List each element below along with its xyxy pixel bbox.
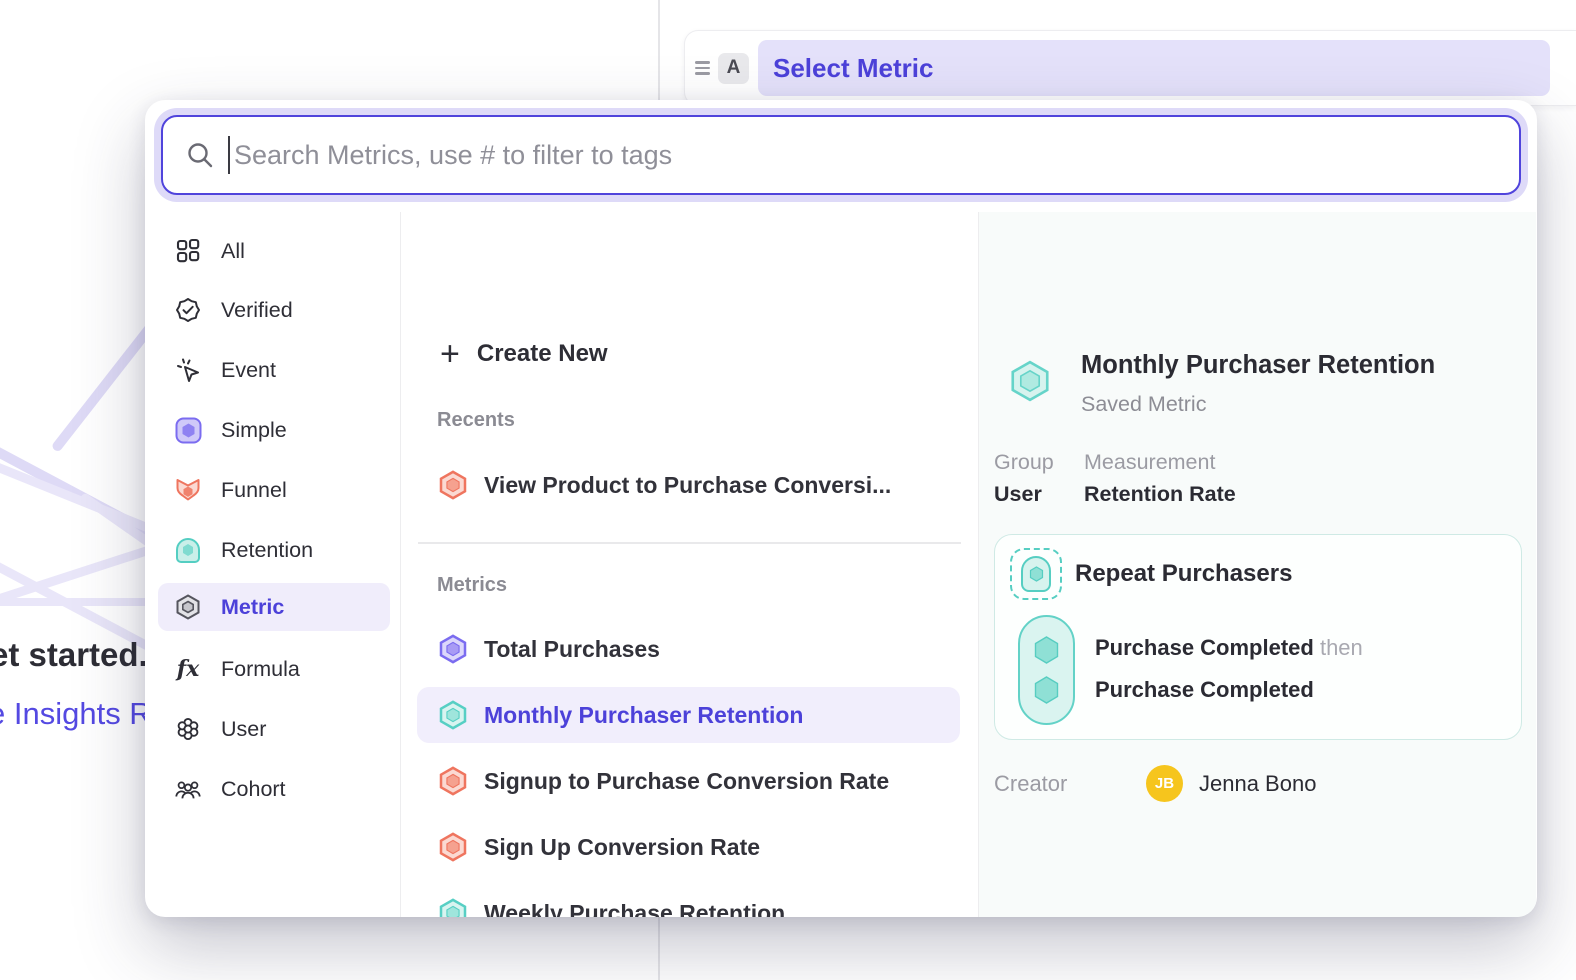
metrics-section-title: Metrics bbox=[437, 574, 507, 597]
app-stage: et started. e Insights Re A Select Metri… bbox=[0, 0, 1576, 980]
list-item-recent-funnel[interactable]: View Product to Purchase Conversi... bbox=[417, 457, 960, 513]
search-input[interactable] bbox=[234, 140, 1519, 171]
retention-hexagon-icon bbox=[1007, 358, 1053, 404]
measurement-label: Measurement bbox=[1084, 450, 1215, 475]
funnel-hexagon-icon bbox=[437, 765, 469, 797]
metric-search-box[interactable] bbox=[161, 115, 1521, 195]
list-item-weekly-purchase-retention[interactable]: Weekly Purchase Retention bbox=[417, 885, 960, 917]
step-connector: then bbox=[1314, 635, 1363, 660]
background-headline-fragment: et started. bbox=[0, 636, 148, 674]
sidebar-item-cohort[interactable]: Cohort bbox=[158, 765, 390, 813]
sidebar-item-label: Retention bbox=[221, 538, 313, 563]
metric-definition-card: Repeat Purchasers Purchase Completed the… bbox=[994, 534, 1522, 740]
sidebar-item-label: Cohort bbox=[221, 777, 286, 802]
definition-step-1: Purchase Completed then bbox=[1095, 635, 1363, 661]
select-metric-field[interactable]: Select Metric bbox=[758, 40, 1550, 96]
metric-list-column: + Create New Recents View Product to Pur… bbox=[401, 212, 979, 917]
sidebar-item-label: Event bbox=[221, 358, 276, 383]
series-letter-badge: A bbox=[718, 53, 749, 84]
user-cluster-icon bbox=[174, 715, 202, 743]
list-item-sign-up-conversion[interactable]: Sign Up Conversion Rate bbox=[417, 819, 960, 875]
retention-metric-icon bbox=[174, 536, 202, 564]
sidebar-item-event[interactable]: Event bbox=[158, 346, 390, 394]
definition-step-2: Purchase Completed bbox=[1095, 677, 1314, 703]
text-cursor bbox=[228, 136, 230, 174]
metric-hexagon-icon bbox=[174, 593, 202, 621]
sidebar-item-funnel[interactable]: Funnel bbox=[158, 466, 390, 514]
sidebar-item-metric[interactable]: Metric bbox=[158, 583, 390, 631]
details-subtitle: Saved Metric bbox=[1081, 392, 1206, 417]
simple-metric-icon bbox=[174, 416, 202, 444]
retention-hexagon-icon bbox=[437, 897, 469, 917]
list-item-label: Sign Up Conversion Rate bbox=[484, 834, 760, 861]
group-label: Group bbox=[994, 450, 1054, 475]
list-item-total-purchases[interactable]: Total Purchases bbox=[417, 621, 960, 677]
list-item-monthly-purchaser-retention[interactable]: Monthly Purchaser Retention bbox=[417, 687, 960, 743]
sidebar-item-label: Formula bbox=[221, 657, 300, 682]
details-title: Monthly Purchaser Retention bbox=[1081, 351, 1435, 380]
recents-section-title: Recents bbox=[437, 409, 515, 432]
creator-avatar: JB bbox=[1146, 765, 1183, 802]
creator-name: Jenna Bono bbox=[1199, 771, 1316, 797]
grid-icon bbox=[174, 237, 202, 265]
create-new-label: Create New bbox=[477, 340, 608, 368]
retention-definition-icon bbox=[1010, 548, 1062, 600]
list-item-label: Weekly Purchase Retention bbox=[484, 900, 785, 918]
cursor-click-icon bbox=[174, 356, 202, 384]
drag-handle-icon[interactable] bbox=[695, 61, 710, 75]
cohort-people-icon bbox=[174, 775, 202, 803]
formula-fx-icon: fx bbox=[174, 655, 202, 683]
creator-label: Creator bbox=[994, 771, 1067, 797]
measurement-value: Retention Rate bbox=[1084, 482, 1236, 507]
sidebar-item-label: Metric bbox=[221, 595, 284, 620]
verified-badge-icon bbox=[174, 296, 202, 324]
list-item-label: Signup to Purchase Conversion Rate bbox=[484, 768, 889, 795]
definition-name: Repeat Purchasers bbox=[1075, 560, 1292, 588]
retention-hexagon-icon bbox=[437, 699, 469, 731]
funnel-hexagon-icon bbox=[437, 831, 469, 863]
search-icon bbox=[185, 140, 215, 170]
sidebar-item-formula[interactable]: fx Formula bbox=[158, 645, 390, 693]
list-item-label: Total Purchases bbox=[484, 636, 660, 663]
plus-icon: + bbox=[440, 337, 460, 371]
funnel-hexagon-icon bbox=[437, 469, 469, 501]
retention-steps-capsule bbox=[1018, 615, 1075, 725]
section-divider bbox=[418, 542, 961, 544]
type-filter-sidebar: All Verified bbox=[145, 212, 401, 917]
list-item-label: Monthly Purchaser Retention bbox=[484, 702, 803, 729]
sidebar-item-all[interactable]: All bbox=[158, 227, 390, 275]
funnel-metric-icon bbox=[174, 476, 202, 504]
list-item-signup-to-purchase[interactable]: Signup to Purchase Conversion Rate bbox=[417, 753, 960, 809]
sidebar-item-label: All bbox=[221, 239, 245, 264]
metric-series-row: A Select Metric bbox=[684, 30, 1576, 106]
sidebar-item-simple[interactable]: Simple bbox=[158, 406, 390, 454]
sidebar-item-label: Simple bbox=[221, 418, 287, 443]
select-metric-label: Select Metric bbox=[773, 53, 933, 84]
sidebar-item-verified[interactable]: Verified bbox=[158, 286, 390, 334]
sidebar-item-label: User bbox=[221, 717, 266, 742]
create-new-button[interactable]: + Create New bbox=[417, 326, 960, 382]
sidebar-item-label: Verified bbox=[221, 298, 293, 323]
group-value: User bbox=[994, 482, 1042, 507]
metric-details-panel: Monthly Purchaser Retention Saved Metric… bbox=[979, 212, 1536, 917]
list-item-label: View Product to Purchase Conversi... bbox=[484, 472, 891, 499]
background-report-link-fragment[interactable]: e Insights Re bbox=[0, 696, 169, 732]
sidebar-item-retention[interactable]: Retention bbox=[158, 526, 390, 574]
sidebar-item-label: Funnel bbox=[221, 478, 287, 503]
sidebar-item-user[interactable]: User bbox=[158, 705, 390, 753]
simple-hexagon-icon bbox=[437, 633, 469, 665]
step-hexagons bbox=[1020, 617, 1073, 723]
metric-picker-modal: All Verified bbox=[145, 100, 1537, 917]
